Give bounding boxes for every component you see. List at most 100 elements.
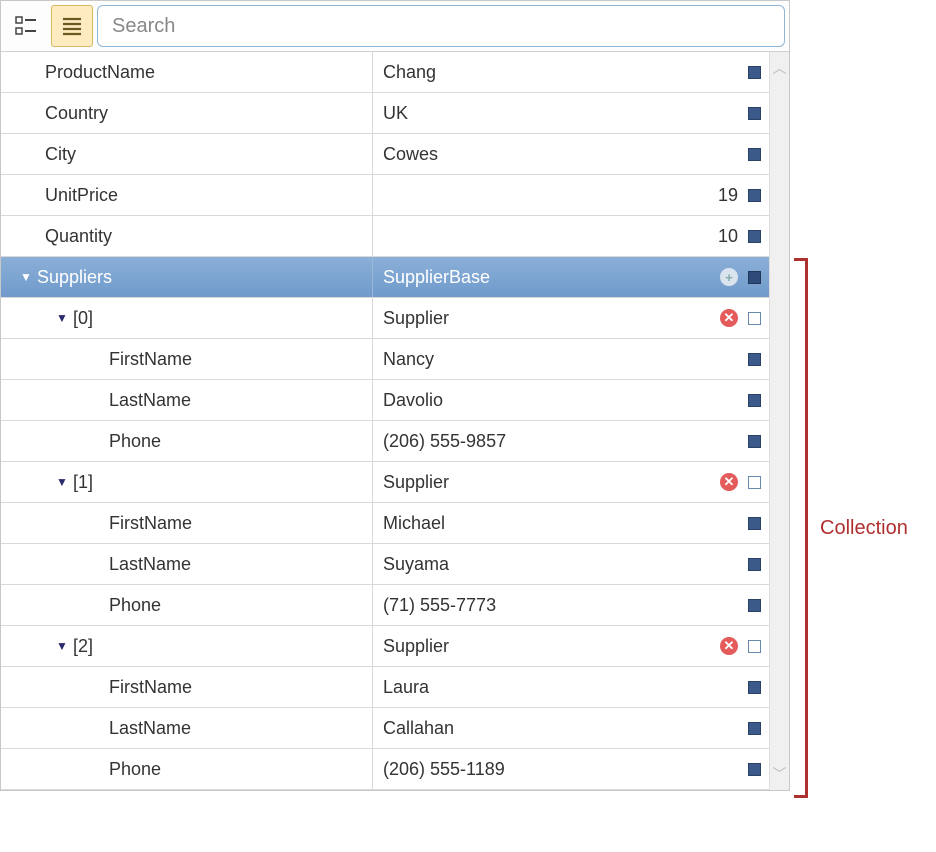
expand-icon[interactable]: ▼: [15, 270, 37, 284]
property-row[interactable]: ▼[1] Supplier ✕: [1, 462, 769, 503]
property-value-cell[interactable]: UK: [373, 93, 769, 133]
property-marker-icon[interactable]: [748, 435, 761, 448]
property-name-cell[interactable]: FirstName: [1, 339, 373, 379]
property-marker-icon[interactable]: [748, 66, 761, 79]
search-box[interactable]: [97, 5, 785, 47]
property-name-cell[interactable]: FirstName: [1, 503, 373, 543]
property-marker-icon[interactable]: [748, 599, 761, 612]
property-row[interactable]: ProductName Chang: [1, 52, 769, 93]
property-name: LastName: [109, 718, 191, 739]
property-name: [1]: [73, 472, 93, 493]
property-name-cell[interactable]: Phone: [1, 421, 373, 461]
property-marker-icon[interactable]: [748, 763, 761, 776]
property-value-cell[interactable]: SupplierBase +: [373, 257, 769, 297]
property-name: Quantity: [45, 226, 112, 247]
property-row[interactable]: FirstName Nancy: [1, 339, 769, 380]
property-row[interactable]: CityCowes: [1, 134, 769, 175]
property-value: 19: [383, 185, 738, 206]
property-name-cell[interactable]: Phone: [1, 749, 373, 789]
property-value-cell[interactable]: 10: [373, 216, 769, 256]
property-marker-icon[interactable]: [748, 189, 761, 202]
property-name-cell[interactable]: ▼[1]: [1, 462, 373, 502]
property-value-cell[interactable]: Suyama: [373, 544, 769, 584]
property-name-cell[interactable]: ▼[2]: [1, 626, 373, 666]
property-name-cell[interactable]: City: [1, 134, 373, 174]
property-name-cell[interactable]: ProductName: [1, 52, 373, 92]
property-row[interactable]: FirstNameLaura: [1, 667, 769, 708]
property-marker-icon[interactable]: [748, 722, 761, 735]
property-marker-icon[interactable]: [748, 271, 761, 284]
property-row[interactable]: UnitPrice 19: [1, 175, 769, 216]
property-value-cell[interactable]: Supplier ✕: [373, 462, 769, 502]
search-input[interactable]: [110, 14, 772, 39]
property-row[interactable]: LastName Callahan: [1, 708, 769, 749]
property-name-cell[interactable]: UnitPrice: [1, 175, 373, 215]
property-value-cell[interactable]: Supplier✕: [373, 298, 769, 338]
property-row[interactable]: Phone(206) 555-9857: [1, 421, 769, 462]
delete-item-icon[interactable]: ✕: [720, 473, 738, 491]
property-value: Suyama: [383, 554, 738, 575]
property-value-cell[interactable]: Nancy: [373, 339, 769, 379]
vertical-scrollbar[interactable]: ︿ ﹀: [769, 52, 789, 790]
property-value: Chang: [383, 62, 738, 83]
property-marker-icon[interactable]: [748, 558, 761, 571]
property-value-cell[interactable]: Supplier✕: [373, 626, 769, 666]
property-name-cell[interactable]: LastName: [1, 708, 373, 748]
property-name-cell[interactable]: LastName: [1, 544, 373, 584]
property-value-cell[interactable]: (206) 555-9857: [373, 421, 769, 461]
delete-item-icon[interactable]: ✕: [720, 637, 738, 655]
property-name-cell[interactable]: ▼Suppliers: [1, 257, 373, 297]
add-item-icon[interactable]: +: [720, 268, 738, 286]
property-value: SupplierBase: [383, 267, 712, 288]
expand-icon[interactable]: ▼: [51, 639, 73, 653]
property-marker-icon[interactable]: [748, 312, 761, 325]
scroll-up-icon[interactable]: ︿: [773, 58, 787, 78]
scroll-down-icon[interactable]: ﹀: [773, 764, 787, 784]
property-row[interactable]: Quantity 10: [1, 216, 769, 257]
property-row[interactable]: CountryUK: [1, 93, 769, 134]
property-value-cell[interactable]: Cowes: [373, 134, 769, 174]
property-name-cell[interactable]: Phone: [1, 585, 373, 625]
property-value-cell[interactable]: (206) 555-1189: [373, 749, 769, 789]
expand-icon[interactable]: ▼: [51, 475, 73, 489]
property-row[interactable]: ▼[2]Supplier✕: [1, 626, 769, 667]
property-row[interactable]: Phone(71) 555-7773: [1, 585, 769, 626]
alphabetical-view-button[interactable]: [51, 5, 93, 47]
property-name-cell[interactable]: LastName: [1, 380, 373, 420]
property-row[interactable]: ▼[0]Supplier✕: [1, 298, 769, 339]
property-name: Phone: [109, 759, 161, 780]
collection-annotation: Collection: [794, 0, 908, 798]
property-value: (206) 555-1189: [383, 759, 738, 780]
property-marker-icon[interactable]: [748, 640, 761, 653]
property-value-cell[interactable]: Callahan: [373, 708, 769, 748]
categorized-view-button[interactable]: [5, 5, 47, 47]
property-marker-icon[interactable]: [748, 476, 761, 489]
property-value-cell[interactable]: Laura: [373, 667, 769, 707]
property-row[interactable]: LastName Suyama: [1, 544, 769, 585]
property-value-cell[interactable]: (71) 555-7773: [373, 585, 769, 625]
property-marker-icon[interactable]: [748, 517, 761, 530]
property-value: Supplier: [383, 472, 712, 493]
property-name-cell[interactable]: FirstName: [1, 667, 373, 707]
expand-icon[interactable]: ▼: [51, 311, 73, 325]
property-row[interactable]: Phone (206) 555-1189: [1, 749, 769, 790]
property-name-cell[interactable]: Quantity: [1, 216, 373, 256]
property-value-cell[interactable]: Michael: [373, 503, 769, 543]
delete-item-icon[interactable]: ✕: [720, 309, 738, 327]
property-marker-icon[interactable]: [748, 148, 761, 161]
property-name-cell[interactable]: ▼[0]: [1, 298, 373, 338]
property-value-cell[interactable]: Chang: [373, 52, 769, 92]
property-row[interactable]: LastNameDavolio: [1, 380, 769, 421]
property-marker-icon[interactable]: [748, 107, 761, 120]
property-row[interactable]: ▼Suppliers SupplierBase +: [1, 257, 769, 298]
property-marker-icon[interactable]: [748, 230, 761, 243]
property-name-cell[interactable]: Country: [1, 93, 373, 133]
property-row[interactable]: FirstNameMichael: [1, 503, 769, 544]
property-marker-icon[interactable]: [748, 353, 761, 366]
property-value-cell[interactable]: Davolio: [373, 380, 769, 420]
property-marker-icon[interactable]: [748, 394, 761, 407]
annotation-label: Collection: [820, 517, 908, 540]
property-value: Nancy: [383, 349, 738, 370]
property-value-cell[interactable]: 19: [373, 175, 769, 215]
property-marker-icon[interactable]: [748, 681, 761, 694]
